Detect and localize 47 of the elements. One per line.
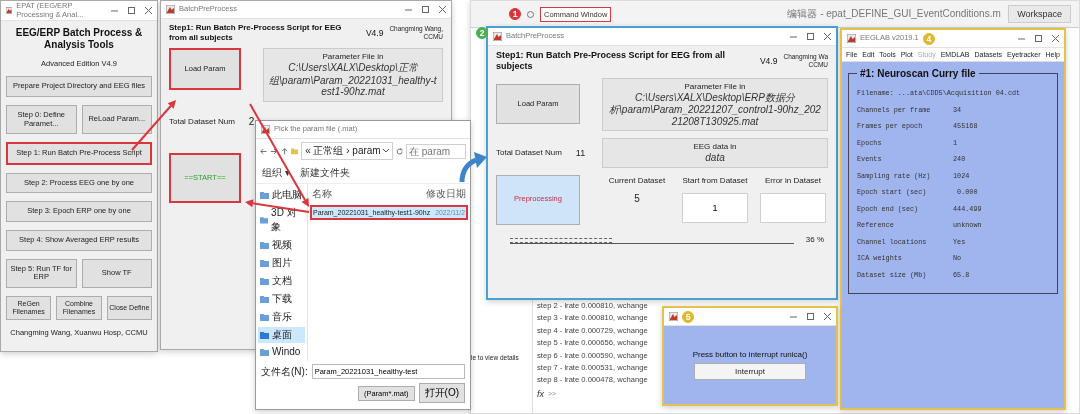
sidebar-item[interactable]: 视频 [258,237,305,253]
toolbar-button[interactable]: 新建文件夹 [299,166,350,180]
sidebar-item[interactable]: Windo [258,345,305,358]
sidebar-item[interactable]: 桌面 [258,327,305,343]
count-label: Total Dataset Num [496,148,562,158]
editor-tab[interactable]: 编辑器 - epat_DEFINE_GUI_EventConditions.m [787,7,1001,21]
panel-caption: EEG data in [693,142,737,152]
open-button[interactable]: 打开(O) [418,383,465,403]
stat-value: 5 [634,193,640,205]
path-text: C:\Users\XALX\Desktop\正常 [288,62,418,74]
count-value: 2 [248,116,255,128]
stat-label: Start from Dataset [682,176,748,186]
sidebar-item[interactable]: 音乐 [258,309,305,325]
function-symbol: fx [537,388,544,399]
column-header[interactable]: 名称 [312,187,332,201]
version-label: V4.9 [759,55,778,66]
callout-number: 4 [922,32,935,45]
prompt-message: Press button to interrupt runica() [692,349,808,359]
panel-caption: Parameter File in [322,52,384,62]
stat-label: Error in Dataset [765,176,821,186]
version-label: V4.9 [365,27,384,38]
panel-title: #1: Neuroscan Curry file [859,68,977,79]
count-label: Total Dataset Num [169,117,235,127]
path-text: 析\param\Param_20221207_control1-90hz_20221208T130925.mat [608,104,822,128]
path-text: data [705,152,725,164]
interrupt-button[interactable]: Interrupt [694,362,806,381]
panel-caption: Parameter File in [684,81,746,91]
path-text: 组\param\Param_20221031_healthy-test1-90hz.mat [268,74,438,98]
sidebar-item[interactable]: 下载 [258,291,305,307]
search-field[interactable]: 在 param [406,143,466,159]
count-value: 11 [575,147,586,158]
progress-reading: 36 % [805,234,824,244]
panel-tab[interactable]: Workspace [1008,5,1071,23]
app-heading: EEG/ERP Batch Process & Analysis Tools [14,27,144,52]
window-heading: Step1: Run Batch Pre-Process Script for EEG from all subjects [496,50,727,72]
input-field[interactable]: 1 [682,193,748,224]
stat-label: Current Dataset [608,176,666,186]
sidebar-item[interactable]: 此电脑 [258,187,305,203]
path-text: C:\Users\XALX\Desktop\ERP数据分 [634,91,795,104]
callout-number: 1 [509,8,521,20]
sidebar-item[interactable]: 图片 [258,255,305,271]
field-label: 文件名(N): [261,364,308,379]
column-header[interactable]: 修改日期 [426,187,466,201]
window-heading: Step1: Run Batch Pre-Process Script for EEG from all subjects [169,23,343,43]
path-field[interactable]: « 正常组 › param [301,142,393,160]
sidebar-item[interactable]: 文档 [258,273,305,289]
callout-number: 5 [682,310,694,323]
